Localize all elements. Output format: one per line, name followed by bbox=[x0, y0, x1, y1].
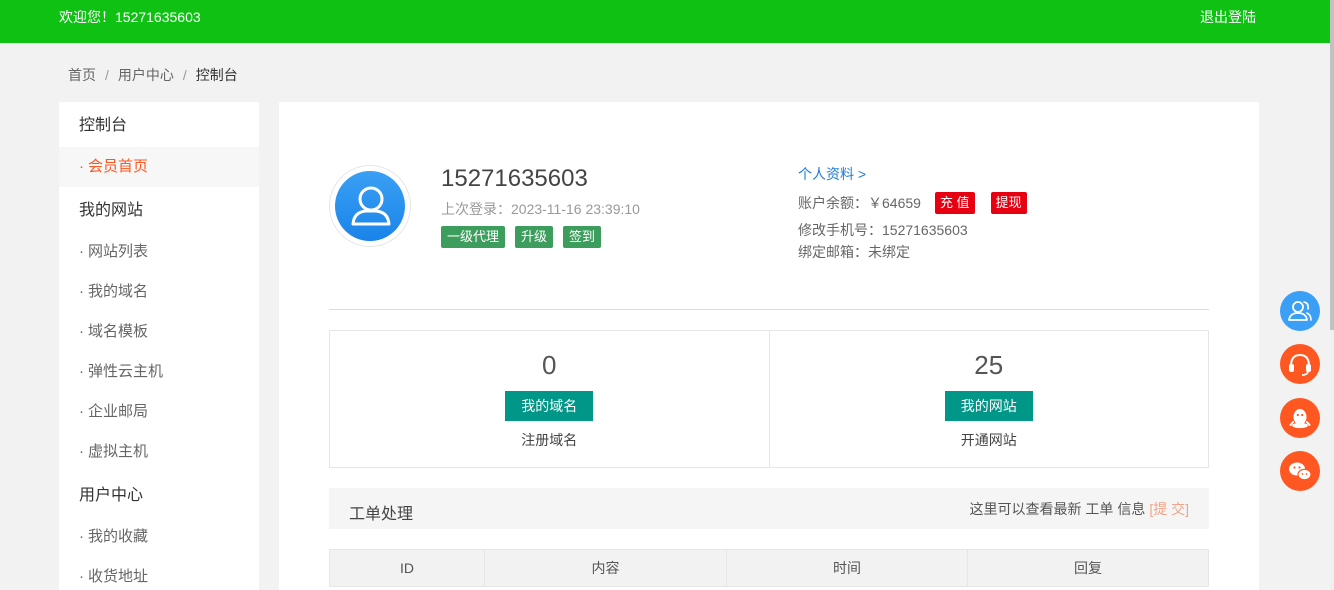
logout-link[interactable]: 退出登陆 bbox=[1200, 7, 1256, 27]
table-header-row: ID 内容 时间 回复 bbox=[330, 550, 1208, 587]
sidebar-item-cloud-host[interactable]: · 弹性云主机 bbox=[59, 352, 259, 392]
divider bbox=[329, 309, 1209, 310]
sidebar-section-title: 用户中心 bbox=[79, 487, 144, 504]
sidebar-item-site-list[interactable]: · 网站列表 bbox=[59, 232, 259, 272]
ticket-hint: 这里可以查看最新 工单 信息 [提 交] bbox=[969, 501, 1189, 517]
sidebar-section-title: 控制台 bbox=[79, 117, 128, 134]
withdraw-button[interactable]: 提现 bbox=[990, 192, 1027, 214]
recharge-button[interactable]: 充 值 bbox=[934, 192, 975, 214]
sidebar-item-my-domains[interactable]: · 我的域名 bbox=[59, 272, 259, 312]
sidebar: 控制台 · 会员首页 我的网站 · 网站列表 · 我的域名 · 域名模板 · 弹性云主机 … bbox=[59, 102, 259, 590]
stat-label: 注册域名 bbox=[521, 432, 578, 448]
phone-info[interactable]: 修改手机号：15271635603 bbox=[798, 220, 968, 240]
balance-row: 账户余额：￥64659 充 值 提现 bbox=[798, 192, 1027, 214]
breadcrumb: 首页 / 用户中心 / 控制台 bbox=[68, 67, 238, 83]
sidebar-item-shipping-address[interactable]: · 收货地址 bbox=[59, 557, 259, 590]
user-service-button[interactable] bbox=[1280, 291, 1320, 331]
ticket-submit-link[interactable]: [提 交] bbox=[1149, 501, 1189, 517]
username: 15271635603 bbox=[441, 165, 588, 192]
site-count: 25 bbox=[974, 350, 1004, 380]
last-login: 上次登录：2023-11-16 23:39:10 bbox=[441, 201, 640, 217]
email-info: 绑定邮箱：未绑定 bbox=[798, 244, 910, 260]
sidebar-item-virtual-host[interactable]: · 虚拟主机 bbox=[59, 432, 259, 472]
breadcrumb-current: 控制台 bbox=[195, 67, 238, 83]
ticket-table: ID 内容 时间 回复 bbox=[329, 549, 1209, 587]
domain-count: 0 bbox=[542, 350, 557, 380]
welcome-text: 欢迎您！15271635603 bbox=[59, 9, 201, 25]
main-panel: 15271635603 上次登录：2023-11-16 23:39:10 一级代… bbox=[279, 102, 1259, 590]
stat-label: 开通网站 bbox=[960, 432, 1017, 448]
wechat-button[interactable] bbox=[1280, 451, 1320, 491]
sidebar-item-member-home[interactable]: · 会员首页 bbox=[59, 147, 259, 187]
customer-service-button[interactable] bbox=[1280, 344, 1320, 384]
sidebar-item-domain-templates[interactable]: · 域名模板 bbox=[59, 312, 259, 352]
sidebar-item-enterprise-mail[interactable]: · 企业邮局 bbox=[59, 392, 259, 432]
user-tags: 一级代理 升级 签到 bbox=[441, 226, 611, 248]
my-domains-button[interactable]: 我的域名 bbox=[505, 391, 594, 421]
wechat-icon bbox=[1280, 451, 1320, 491]
qq-button[interactable] bbox=[1280, 398, 1320, 438]
my-sites-button[interactable]: 我的网站 bbox=[944, 391, 1033, 421]
ticket-title: 工单处理 bbox=[349, 506, 414, 523]
account-balance: 账户余额：￥64659 bbox=[798, 195, 921, 211]
column-header-reply: 回复 bbox=[967, 550, 1208, 586]
check-in-button[interactable]: 签到 bbox=[563, 226, 602, 248]
ticket-header: 工单处理 这里可以查看最新 工单 信息 [提 交] bbox=[329, 488, 1209, 529]
agent-level-badge: 一级代理 bbox=[441, 226, 506, 248]
breadcrumb-home[interactable]: 首页 bbox=[68, 67, 96, 83]
column-header-time: 时间 bbox=[726, 550, 967, 586]
sidebar-section-title: 我的网站 bbox=[79, 202, 144, 219]
avatar bbox=[329, 165, 411, 247]
stat-domains: 0 我的域名 注册域名 bbox=[330, 331, 769, 467]
column-header-id: ID bbox=[400, 560, 414, 576]
scrollbar-thumb[interactable] bbox=[1330, 0, 1334, 330]
stat-sites: 25 我的网站 开通网站 bbox=[768, 331, 1209, 467]
sidebar-item-favorites[interactable]: · 我的收藏 bbox=[59, 517, 259, 557]
headset-icon bbox=[1280, 344, 1320, 384]
top-bar: 欢迎您！15271635603 退出登陆 bbox=[0, 0, 1330, 43]
column-header-content: 内容 bbox=[484, 550, 726, 586]
qq-icon bbox=[1280, 398, 1320, 438]
user-silhouette-icon bbox=[351, 186, 391, 226]
stats-panel: 0 我的域名 注册域名 25 我的网站 开通网站 bbox=[329, 330, 1209, 468]
breadcrumb-user-center[interactable]: 用户中心 bbox=[118, 67, 174, 83]
user-service-icon bbox=[1280, 291, 1320, 331]
upgrade-button[interactable]: 升级 bbox=[515, 226, 554, 248]
profile-link[interactable]: 个人资料 > bbox=[798, 164, 866, 184]
